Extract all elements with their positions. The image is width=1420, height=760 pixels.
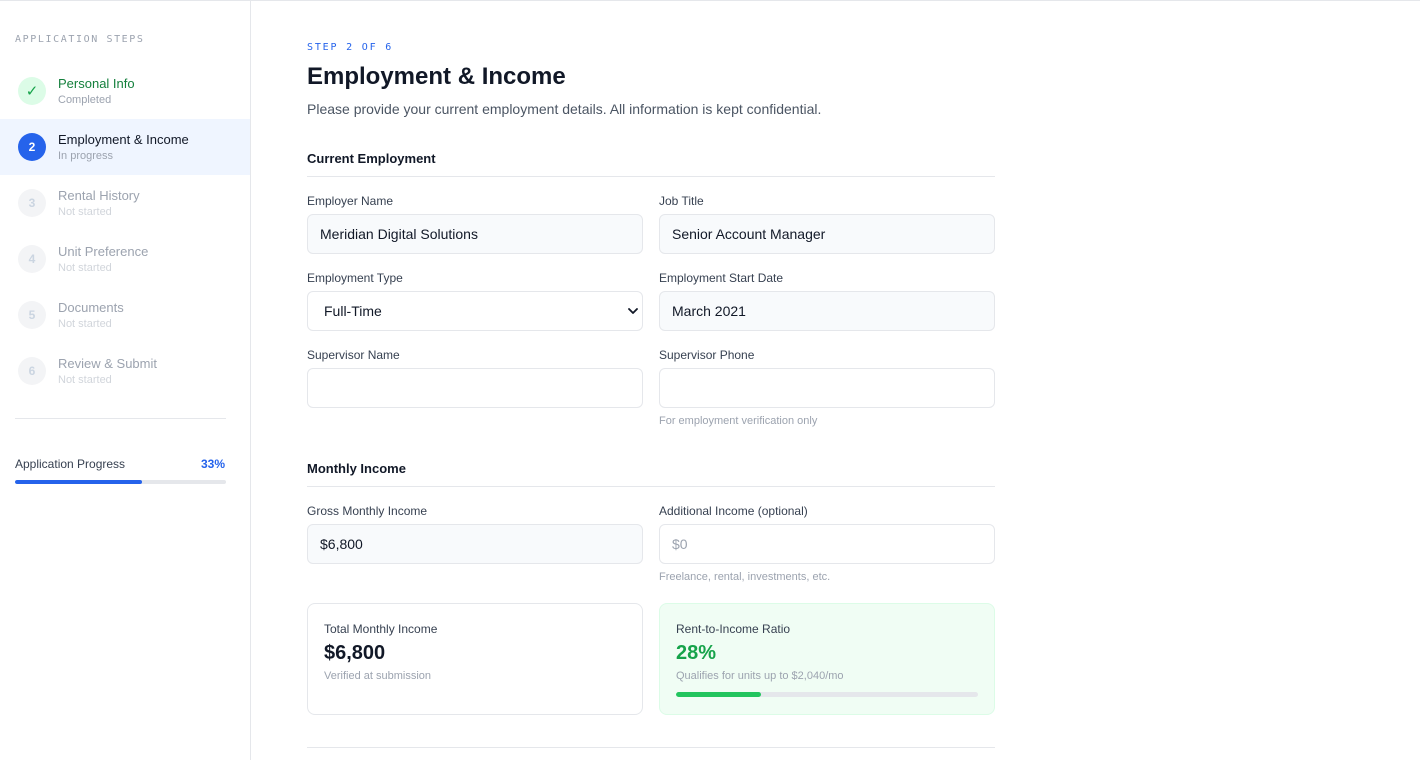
step-counter: STEP 2 OF 6 <box>307 42 394 53</box>
step-status: Not started <box>58 262 112 274</box>
start-date-input[interactable] <box>659 291 995 331</box>
section-divider <box>307 176 995 177</box>
supervisor-phone-hint: For employment verification only <box>659 415 818 427</box>
sidebar-step-unit-preference[interactable]: 4 Unit Preference Not started <box>0 231 250 287</box>
step-number-badge: 5 <box>18 301 46 329</box>
employer-name-input[interactable] <box>307 214 643 254</box>
step-number-badge: 6 <box>18 357 46 385</box>
step-number-badge: 4 <box>18 245 46 273</box>
sidebar-step-review-submit[interactable]: 6 Review & Submit Not started <box>0 343 250 399</box>
step-status: Not started <box>58 318 112 330</box>
section-divider <box>307 486 995 487</box>
page-description: Please provide your current employment d… <box>307 101 822 117</box>
step-label: Unit Preference <box>58 244 149 259</box>
job-title-label: Job Title <box>659 194 704 208</box>
sidebar-step-documents[interactable]: 5 Documents Not started <box>0 287 250 343</box>
additional-income-hint: Freelance, rental, investments, etc. <box>659 571 831 583</box>
total-income-value: $6,800 <box>324 642 386 664</box>
step-number-badge: 2 <box>18 133 46 161</box>
rent-ratio-note: Qualifies for units up to $2,040/mo <box>676 670 844 682</box>
step-number-badge: 3 <box>18 189 46 217</box>
rent-ratio-value: 28% <box>676 642 717 664</box>
progress-label: Application Progress <box>15 457 126 471</box>
section-title-current-employment: Current Employment <box>307 151 436 166</box>
employer-name-label: Employer Name <box>307 194 394 208</box>
step-label: Rental History <box>58 188 140 203</box>
chevron-down-icon <box>628 308 638 314</box>
rent-ratio-bar <box>676 692 978 697</box>
sidebar-heading: APPLICATION STEPS <box>15 34 145 45</box>
supervisor-name-input[interactable] <box>307 368 643 408</box>
progress-percent: 33% <box>200 457 225 471</box>
job-title-input[interactable] <box>659 214 995 254</box>
page-title: Employment & Income <box>307 63 566 90</box>
step-label: Review & Submit <box>58 356 157 371</box>
additional-income-label: Additional Income (optional) <box>659 504 808 518</box>
total-income-note: Verified at submission <box>324 670 431 682</box>
supervisor-phone-input[interactable] <box>659 368 995 408</box>
step-label: Personal Info <box>58 76 135 91</box>
check-icon: ✓ <box>18 77 46 105</box>
sidebar-divider <box>15 418 226 419</box>
gross-income-label: Gross Monthly Income <box>307 504 428 518</box>
total-income-card: Total Monthly Income $6,800 Verified at … <box>307 603 643 715</box>
start-date-label: Employment Start Date <box>659 271 784 285</box>
employment-type-select[interactable]: Full-Time <box>307 291 643 331</box>
sidebar-step-personal-info[interactable]: ✓ Personal Info Completed <box>0 63 250 119</box>
step-list: ✓ Personal Info Completed 2 Employment &… <box>0 63 250 399</box>
progress-bar-fill <box>15 480 142 484</box>
step-status: Not started <box>58 374 112 386</box>
step-status: Not started <box>58 206 112 218</box>
rent-ratio-bar-fill <box>676 692 761 697</box>
supervisor-name-label: Supervisor Name <box>307 348 400 362</box>
sidebar-step-employment-income[interactable]: 2 Employment & Income In progress <box>0 119 250 175</box>
additional-income-input[interactable] <box>659 524 995 564</box>
total-income-label: Total Monthly Income <box>324 622 438 636</box>
employment-type-label: Employment Type <box>307 271 403 285</box>
section-title-monthly-income: Monthly Income <box>307 461 406 476</box>
gross-income-input[interactable] <box>307 524 643 564</box>
rent-ratio-label: Rent-to-Income Ratio <box>676 622 791 636</box>
sidebar-step-rental-history[interactable]: 3 Rental History Not started <box>0 175 250 231</box>
step-label: Documents <box>58 300 124 315</box>
step-status: In progress <box>58 150 114 162</box>
sidebar: APPLICATION STEPS ✓ Personal Info Comple… <box>0 1 251 760</box>
supervisor-phone-label: Supervisor Phone <box>659 348 755 362</box>
section-divider <box>307 747 995 748</box>
step-label: Employment & Income <box>58 132 189 147</box>
progress-bar <box>15 480 226 484</box>
rent-ratio-card: Rent-to-Income Ratio 28% Qualifies for u… <box>659 603 995 715</box>
step-status: Completed <box>58 94 112 106</box>
